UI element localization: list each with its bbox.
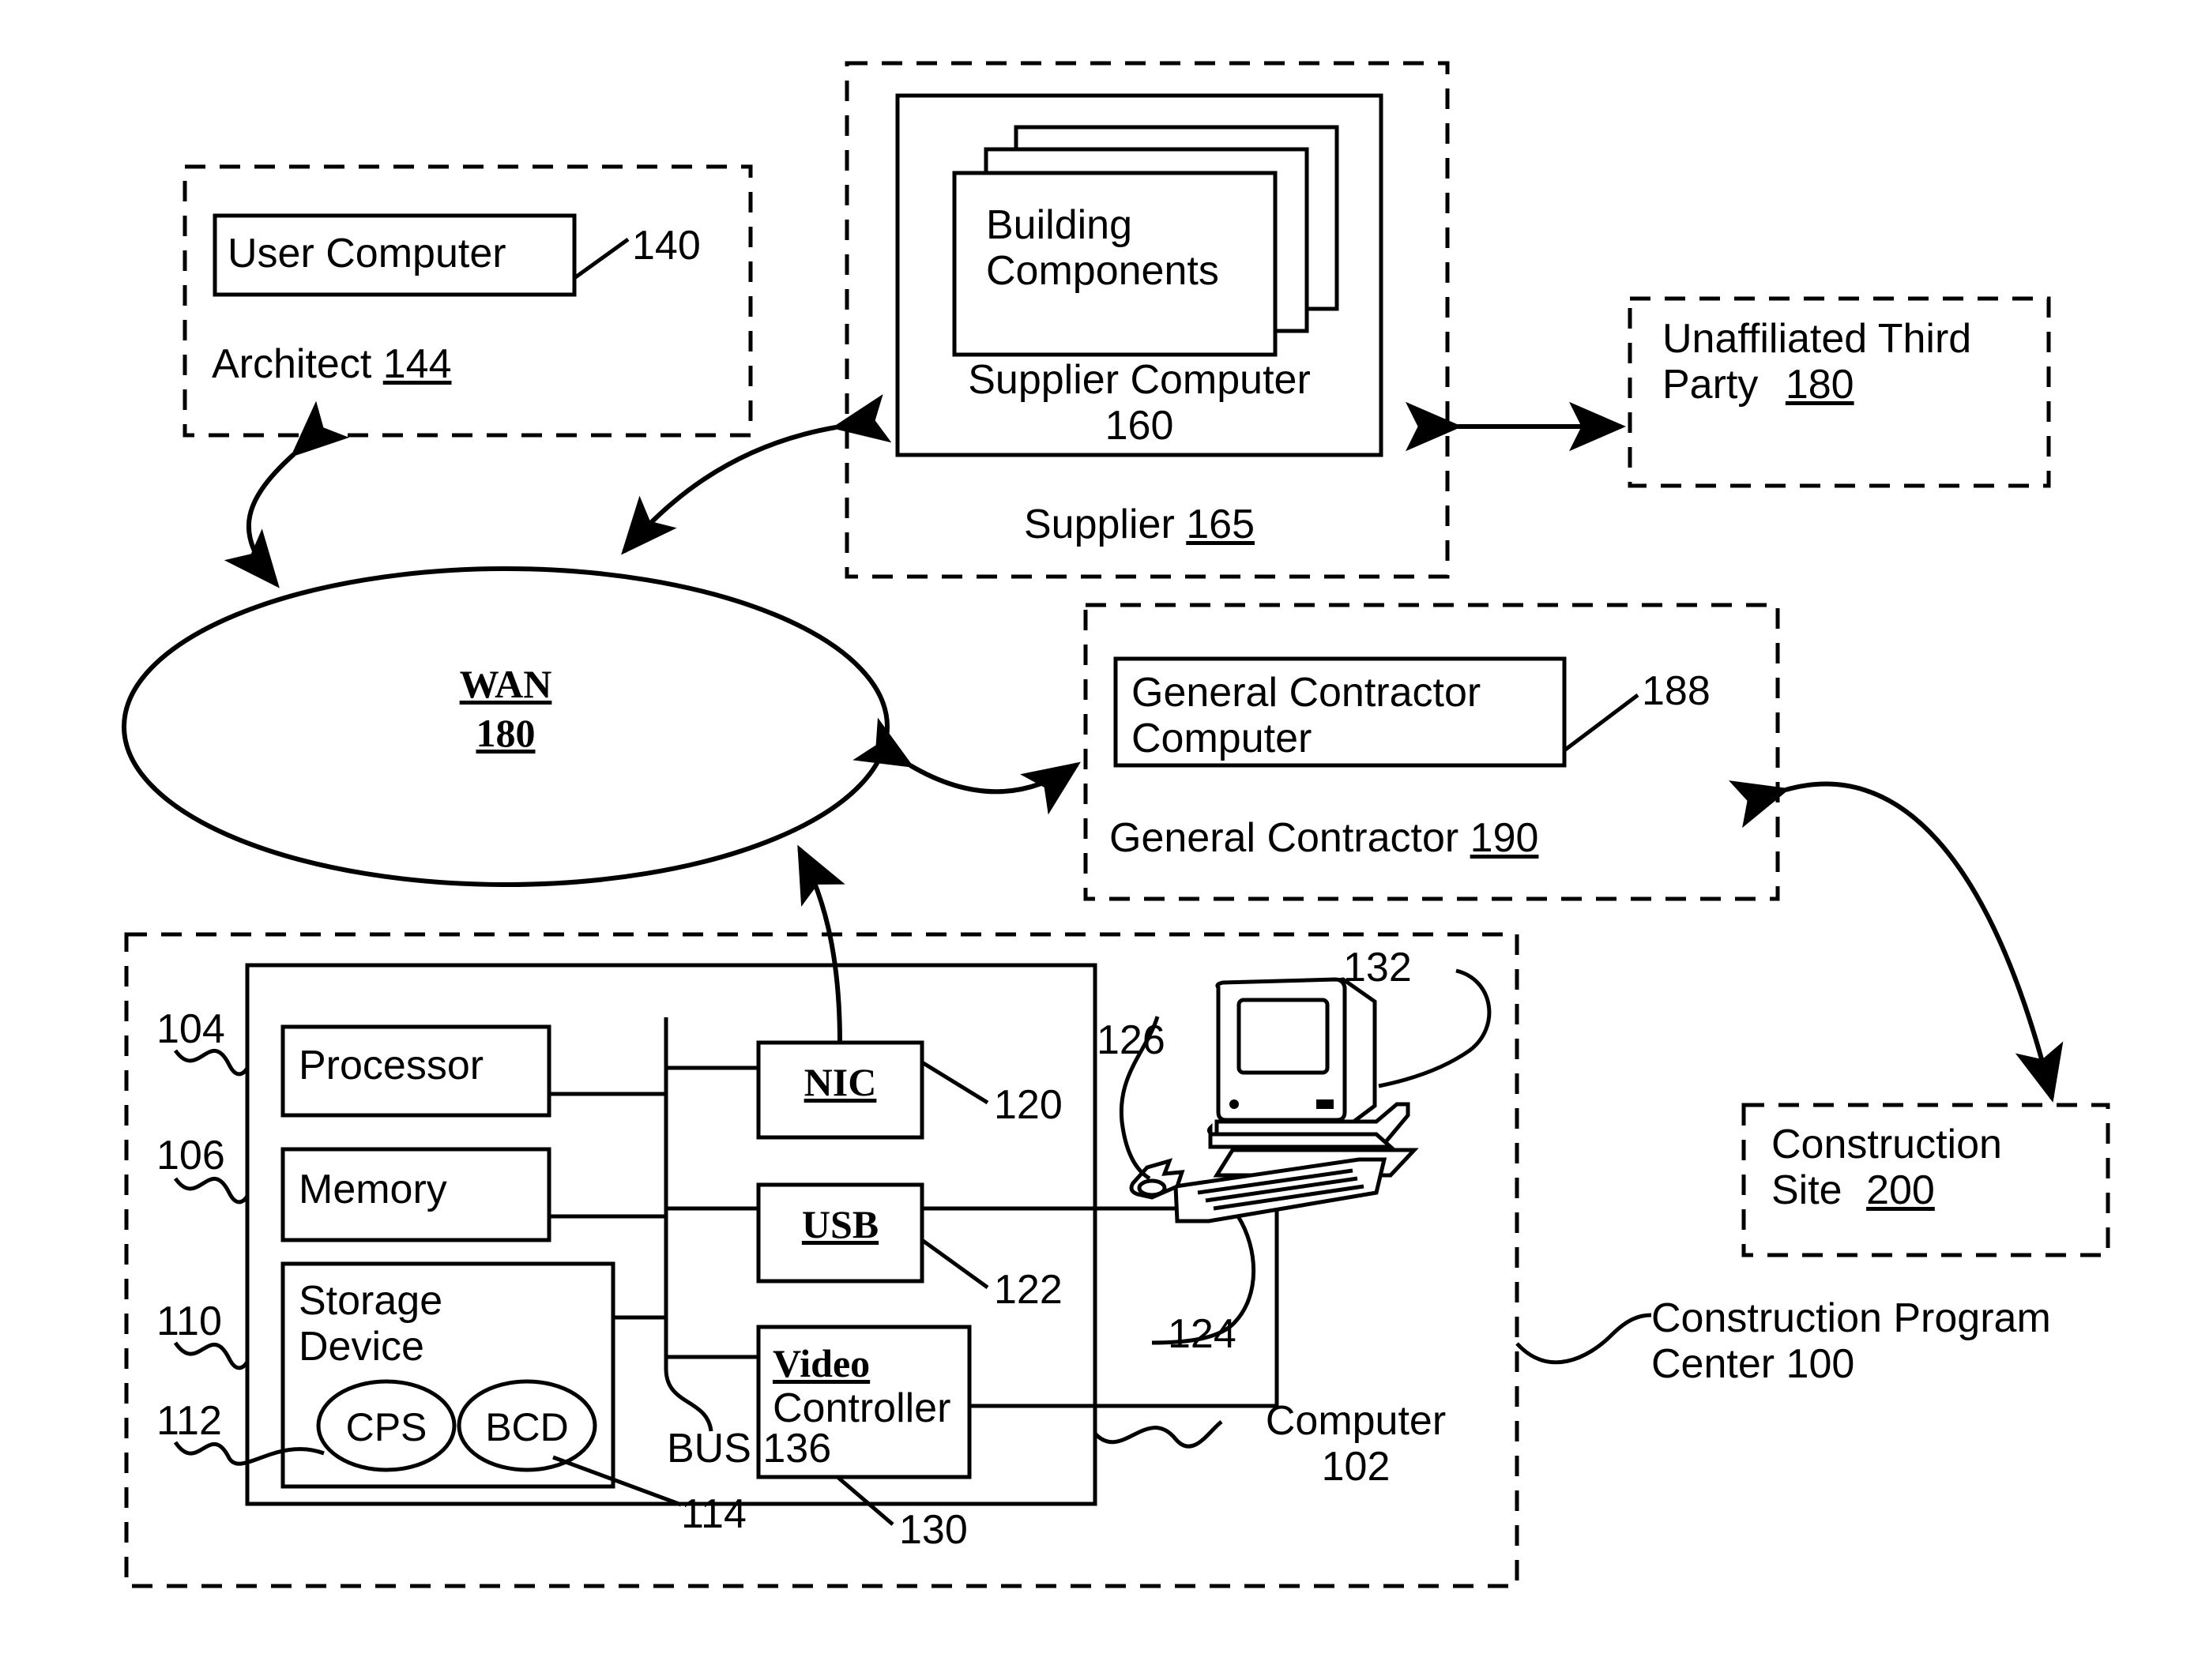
video-controller-line2: Controller bbox=[773, 1385, 951, 1431]
supplier-computer-line1: Supplier Computer bbox=[968, 357, 1311, 403]
computer-102-label: Computer 102 bbox=[1221, 1398, 1490, 1490]
general-contractor-group-label: General Contractor 190 bbox=[1109, 815, 1538, 861]
leader-114 bbox=[552, 1455, 682, 1507]
supplier-group-ref: 165 bbox=[1186, 502, 1255, 547]
keyboard-ref: 124 bbox=[1168, 1311, 1236, 1357]
cps-label: CPS bbox=[345, 1405, 427, 1449]
figure-canvas: User Computer 140 Architect 144 Building… bbox=[0, 0, 2198, 1680]
leader-122 bbox=[920, 1238, 989, 1290]
architect-group-text: Architect bbox=[212, 341, 372, 387]
processor-ref: 104 bbox=[156, 1006, 225, 1052]
storage-device-line2: Device bbox=[299, 1324, 424, 1370]
storage-device-line1: Storage bbox=[299, 1278, 443, 1324]
wan-ref: 180 bbox=[476, 711, 536, 755]
arrow-general-contractor-site bbox=[1728, 780, 2064, 1103]
arrow-supplier-wan bbox=[621, 393, 892, 555]
architect-group-label: Architect 144 bbox=[212, 341, 452, 387]
arrow-wan-general-contractor bbox=[852, 717, 1081, 815]
gc-computer-line1: General Contractor bbox=[1131, 670, 1481, 716]
architect-group-border bbox=[183, 164, 753, 438]
squiggle-104 bbox=[173, 1048, 250, 1077]
supplier-group-label: Supplier 165 bbox=[898, 502, 1381, 547]
general-contractor-computer-label: General Contractor Computer bbox=[1131, 670, 1481, 761]
third-party-line2-text: Party bbox=[1662, 362, 1759, 408]
third-party-line1: Unaffiliated Third bbox=[1662, 316, 1972, 362]
supplier-computer-line2: 160 bbox=[1105, 403, 1174, 449]
bcd-label: BCD bbox=[485, 1405, 569, 1449]
wan-name: WAN bbox=[459, 662, 552, 706]
mouse-ref: 126 bbox=[1097, 1017, 1165, 1063]
computer-102-line2: 102 bbox=[1321, 1444, 1391, 1490]
processor-label: Processor bbox=[299, 1043, 484, 1088]
usb-ref: 122 bbox=[994, 1267, 1063, 1313]
program-center-label: Construction Program Center 100 bbox=[1651, 1295, 2051, 1387]
squiggle-program-center bbox=[1515, 1313, 1652, 1365]
video-controller-label: Video Controller bbox=[773, 1341, 950, 1431]
program-center-line1: Construction Program bbox=[1651, 1295, 2051, 1341]
video-controller-ref: 130 bbox=[899, 1507, 968, 1553]
building-components-line1: Building bbox=[986, 202, 1133, 248]
storage-device-label: Storage Device bbox=[299, 1278, 442, 1370]
squiggle-112 bbox=[173, 1441, 325, 1466]
third-party-label: Unaffiliated Third Party 180 bbox=[1662, 316, 1971, 408]
user-computer-ref: 140 bbox=[632, 223, 701, 269]
video-controller-line1: Video bbox=[773, 1341, 871, 1385]
memory-ref: 106 bbox=[156, 1133, 225, 1178]
general-contractor-computer-ref: 188 bbox=[1642, 668, 1711, 714]
building-components-label: Building Components bbox=[986, 202, 1219, 294]
wan-label: WAN 180 bbox=[387, 662, 624, 755]
leader-188 bbox=[1563, 693, 1639, 752]
nic-label: NIC bbox=[804, 1060, 877, 1104]
squiggle-computer-102 bbox=[1093, 1420, 1223, 1449]
leader-140 bbox=[573, 237, 630, 280]
third-party-ref: 180 bbox=[1785, 362, 1854, 408]
computer-102-line1: Computer bbox=[1265, 1398, 1447, 1444]
construction-site-line2-text: Site bbox=[1771, 1167, 1842, 1214]
user-computer-label: User Computer bbox=[228, 231, 506, 276]
program-center-line2: Center 100 bbox=[1651, 1341, 1855, 1388]
cps-ref: 112 bbox=[156, 1398, 222, 1444]
construction-site-label: Construction Site 200 bbox=[1771, 1122, 2002, 1213]
construction-site-line2: Site 200 bbox=[1771, 1167, 2002, 1213]
gc-group-ref: 190 bbox=[1470, 815, 1539, 861]
construction-site-line1: Construction bbox=[1771, 1122, 2002, 1167]
construction-site-ref: 200 bbox=[1866, 1167, 1935, 1214]
leader-120 bbox=[920, 1060, 989, 1105]
gc-computer-line2: Computer bbox=[1131, 716, 1312, 762]
computer-illustration bbox=[1129, 977, 1419, 1223]
gc-group-text: General Contractor bbox=[1109, 815, 1459, 861]
supplier-group-text: Supplier bbox=[1023, 502, 1175, 547]
architect-group-ref: 144 bbox=[382, 341, 452, 387]
arrow-architect-wan bbox=[224, 400, 349, 588]
leader-130 bbox=[836, 1475, 894, 1526]
monitor-ref: 132 bbox=[1343, 945, 1412, 990]
third-party-line2: Party 180 bbox=[1662, 362, 1971, 408]
memory-label: Memory bbox=[299, 1167, 447, 1212]
bus-label: BUS 136 bbox=[667, 1426, 832, 1471]
nic-ref: 120 bbox=[994, 1082, 1063, 1128]
bcd-ref: 114 bbox=[681, 1491, 747, 1537]
usb-label: USB bbox=[801, 1202, 879, 1246]
supplier-computer-label: Supplier Computer 160 bbox=[898, 357, 1381, 449]
squiggle-110 bbox=[173, 1341, 250, 1370]
bus-leader bbox=[664, 1368, 713, 1432]
squiggle-106 bbox=[173, 1176, 250, 1205]
storage-device-ref: 110 bbox=[156, 1299, 222, 1344]
building-components-line2: Components bbox=[986, 248, 1219, 295]
arrow-nic-wan bbox=[797, 844, 845, 1043]
